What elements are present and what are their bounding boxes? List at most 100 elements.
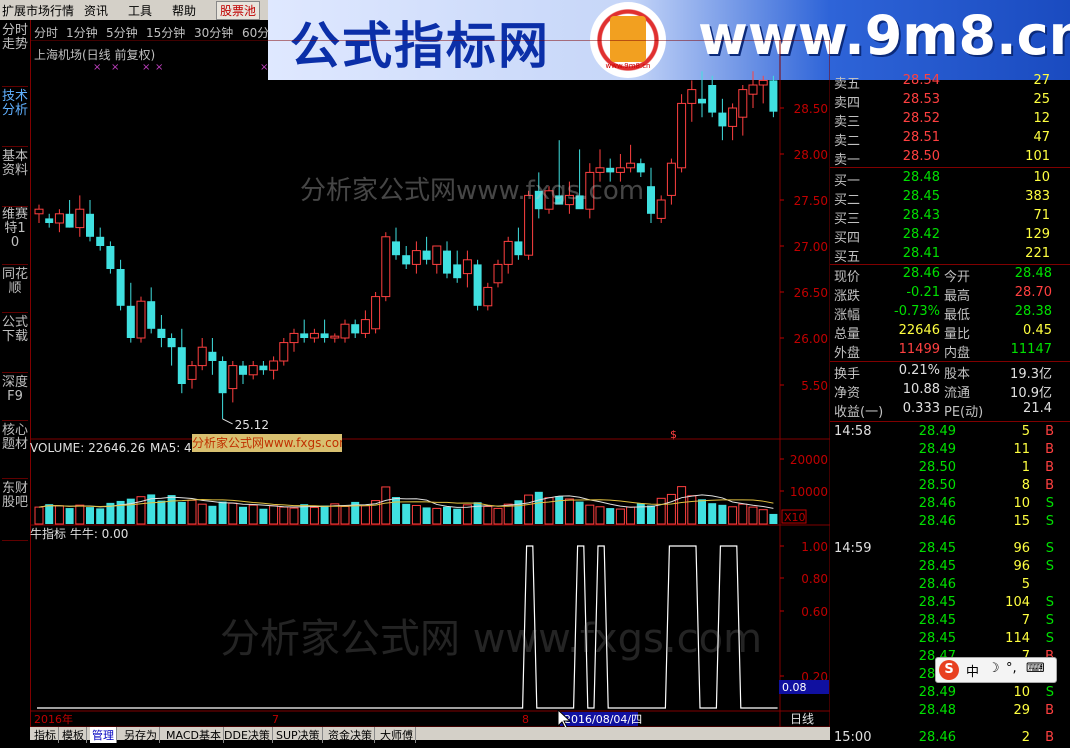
- bottom-tab-1[interactable]: 模板: [60, 727, 87, 743]
- volume-bar: [503, 503, 513, 525]
- info-marker-icon: ×: [111, 62, 119, 73]
- menu-item-help[interactable]: 帮助: [172, 2, 196, 19]
- tick-side: S: [1045, 496, 1054, 511]
- tick-side: B: [1045, 478, 1054, 493]
- volume-bar: [443, 506, 451, 524]
- volume-bar: [432, 507, 442, 525]
- bid-volume: 10: [1033, 170, 1050, 185]
- fund-label: 收益(一): [834, 405, 884, 420]
- fund-value: 0.21%: [898, 363, 940, 378]
- ask-row: 卖四 28.53 25: [830, 92, 1070, 111]
- bottom-tab-3[interactable]: 另存为: [122, 727, 160, 743]
- candle-body: [34, 208, 44, 215]
- timeframe-30min[interactable]: 30分钟: [194, 24, 233, 41]
- candle-body: [279, 342, 289, 362]
- indicator-tick-label: 0.60: [801, 605, 828, 619]
- left-tab-5[interactable]: 公式下载: [2, 316, 28, 373]
- left-tab-6[interactable]: 深度F9: [2, 376, 28, 421]
- candle-body: [54, 213, 64, 224]
- left-tab-4[interactable]: 同花顺: [2, 268, 28, 313]
- bottom-tab-7[interactable]: 资金决策: [326, 727, 375, 743]
- stat-label: 现价: [834, 270, 861, 285]
- volume-bar: [96, 508, 105, 524]
- bottom-tab-5[interactable]: DDE决策: [222, 727, 273, 743]
- bid-volume: 221: [1025, 246, 1050, 261]
- menu-item-market[interactable]: 扩展市场行情: [2, 2, 74, 19]
- tick-volume: 5: [1021, 424, 1030, 439]
- bottom-tab-6[interactable]: SUP决策: [274, 727, 323, 743]
- timeframe-15min[interactable]: 15分钟: [146, 24, 185, 41]
- bid-price: 28.41: [902, 246, 940, 261]
- left-tab-0[interactable]: 分时走势: [2, 24, 28, 87]
- volume-bar: [208, 505, 217, 524]
- keyboard-icon[interactable]: ⌨: [1026, 661, 1045, 676]
- tick-price: 28.46: [918, 514, 956, 529]
- bid-row: 买二 28.45 383: [830, 189, 1070, 208]
- candle-body: [769, 80, 778, 112]
- price-tick-label: 28.00: [794, 148, 828, 162]
- tick-price: 28.46: [918, 577, 956, 592]
- candle-body: [126, 305, 135, 338]
- fund-value: 10.88: [902, 382, 940, 397]
- tick-price: 28.45: [918, 613, 956, 628]
- stat-row: 总量 22646 量比 0.45: [830, 323, 1070, 342]
- ime-mode[interactable]: 中: [966, 661, 979, 680]
- quote-panel: 卖五 28.54 27 卖四 28.53 25 卖三 28.52 12 卖二 28.51 47 卖一 28…: [830, 73, 1070, 745]
- volume-bar: [330, 503, 340, 525]
- sogou-icon[interactable]: S: [939, 660, 959, 680]
- ime-toolbar[interactable]: S 中 ☽ °, ⌨: [935, 657, 1057, 683]
- punct-icon[interactable]: °,: [1006, 661, 1017, 676]
- ask-price: 28.52: [902, 111, 940, 126]
- stat-value: 22646: [898, 323, 940, 338]
- stat-value: -0.21: [906, 285, 940, 300]
- timeframe-5min[interactable]: 5分钟: [106, 24, 138, 41]
- bottom-tab-0[interactable]: 指标: [32, 727, 59, 743]
- menu-item-news[interactable]: 资讯: [84, 2, 108, 19]
- moon-icon[interactable]: ☽: [988, 661, 1000, 676]
- bid-label: 买五: [834, 250, 861, 265]
- candle-body: [718, 112, 727, 127]
- menu-item-stock-pool[interactable]: 股票池: [216, 1, 261, 20]
- volume-bar: [54, 505, 64, 525]
- bottom-tab-2[interactable]: 管理: [90, 727, 117, 743]
- price-tick-label: 28.50: [794, 102, 828, 116]
- timeframe-intraday[interactable]: 分时: [34, 24, 58, 41]
- timeframe-bar: 分时 1分钟 5分钟 15分钟 30分钟 60分: [30, 20, 269, 42]
- candle-body: [392, 241, 400, 256]
- ask-row: 卖一 28.50 101: [830, 149, 1070, 168]
- candle-body: [259, 365, 268, 371]
- tick-volume: 96: [1013, 541, 1030, 556]
- volume-bar: [381, 486, 391, 525]
- fund-label: 净资: [834, 386, 861, 401]
- left-tab-2[interactable]: 基本资料: [2, 150, 28, 207]
- left-tab-3[interactable]: 维赛特10: [2, 208, 28, 265]
- candle-body: [167, 338, 176, 348]
- tick-time: 14:58: [834, 424, 872, 439]
- low-marker-line: [222, 418, 233, 425]
- timeframe-1min[interactable]: 1分钟: [66, 24, 98, 41]
- volume-bar: [75, 504, 85, 525]
- volume-bar: [698, 499, 706, 524]
- candle-body: [473, 264, 482, 306]
- candle-body: [381, 236, 391, 298]
- bid-label: 买二: [834, 193, 861, 208]
- bottom-tab-4[interactable]: MACD基本: [164, 727, 224, 743]
- volume-bar: [259, 508, 268, 524]
- bid-label: 买四: [834, 231, 861, 246]
- tick-price: 28.49: [918, 442, 956, 457]
- candle-body: [503, 240, 513, 265]
- tick-price: 28.45: [918, 559, 956, 574]
- tick-side: S: [1045, 514, 1054, 529]
- left-tab-7[interactable]: 核心题材: [2, 424, 28, 479]
- fund-label: 换手: [834, 367, 861, 382]
- indicator-tick-label: 1.00: [801, 540, 828, 554]
- left-tab-8[interactable]: 东财股吧: [2, 482, 28, 541]
- volume-bar: [360, 505, 370, 525]
- bottom-tab-8[interactable]: 大师傅: [378, 727, 416, 743]
- left-tab-1[interactable]: 技术分析: [2, 90, 28, 147]
- menu-item-tools[interactable]: 工具: [128, 2, 152, 19]
- timeframe-60min[interactable]: 60分: [242, 24, 269, 41]
- tick-side: S: [1045, 631, 1054, 646]
- volume-bar: [269, 505, 279, 525]
- ask-label: 卖二: [834, 134, 861, 149]
